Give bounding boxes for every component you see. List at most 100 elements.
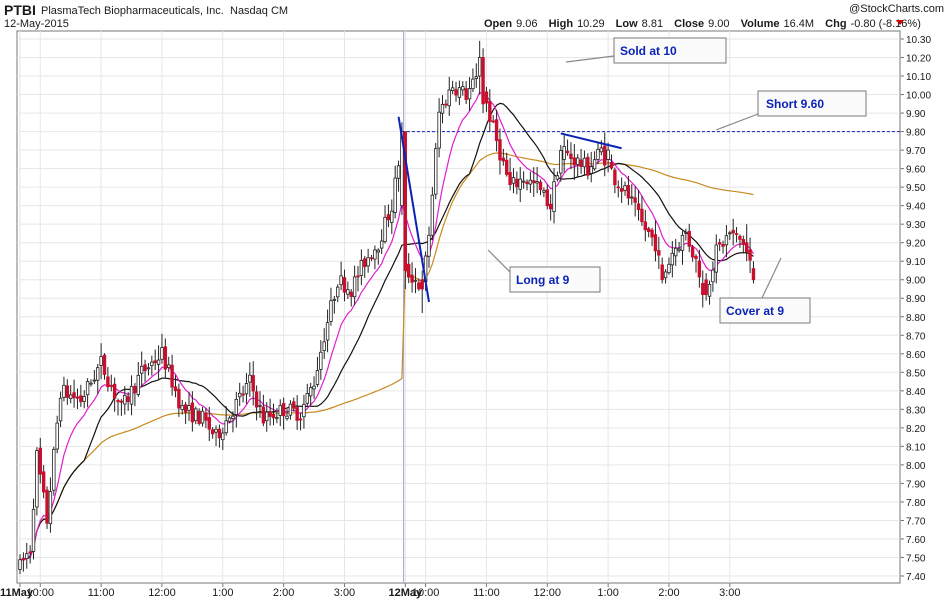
candle-body-up	[31, 508, 36, 552]
candle-body-down	[119, 400, 124, 403]
candle-body-down	[653, 234, 658, 252]
candle-body-up	[332, 298, 337, 301]
ohlc-readout: Open 9.06 High 10.29 Low 8.81 Close 9.00 Vol…	[484, 18, 921, 30]
candle-body-up	[474, 76, 478, 79]
y-tick-label: 7.70	[906, 516, 926, 527]
candle-body-up	[55, 422, 59, 450]
candle-body-down	[207, 417, 211, 430]
candle-body-down	[406, 263, 411, 278]
candle	[35, 447, 39, 516]
candle-body-up	[244, 383, 249, 395]
candle-body-down	[210, 429, 215, 435]
candle-body-up	[366, 257, 370, 267]
candle-body-down	[417, 282, 421, 290]
candle	[45, 486, 49, 529]
volume-label: Volume	[741, 18, 780, 30]
candle-body-up	[150, 361, 154, 367]
chg-label: Chg	[825, 18, 846, 30]
candle-body-down	[261, 406, 266, 424]
candle-body-up	[447, 89, 451, 107]
candle-body-up	[221, 432, 225, 441]
high-label: High	[549, 18, 574, 30]
candle-body-down	[515, 178, 519, 188]
candle-body-up	[258, 404, 262, 407]
candle-body-up	[552, 181, 556, 212]
candle-body-up	[542, 190, 546, 193]
candle-body-up	[58, 397, 63, 422]
y-tick-label: 8.40	[906, 387, 926, 398]
candle-body-down	[254, 391, 259, 408]
candle-body-down	[143, 364, 147, 371]
candle-body-down	[241, 393, 245, 396]
candle-body-down	[295, 407, 299, 421]
candle-body-down	[170, 364, 174, 388]
x-tick-label: 3:00	[719, 587, 740, 599]
candle-body-up	[684, 232, 688, 234]
candle-body-down	[603, 145, 607, 166]
candle-body-up	[85, 381, 90, 396]
candle-body-down	[565, 150, 570, 154]
x-tick-label: 11:00	[473, 587, 500, 599]
candle-body-up	[265, 411, 269, 422]
candle-body-up	[430, 194, 435, 236]
candle-body-up	[467, 88, 472, 100]
candle-body-up	[180, 405, 184, 411]
candle-body-up	[308, 387, 313, 397]
short-label: Short 9.60	[766, 97, 824, 111]
candle-body-up	[714, 244, 718, 273]
y-tick-label: 8.20	[906, 424, 926, 435]
candle-body-up	[373, 249, 377, 260]
candle-body-down	[410, 274, 414, 283]
candle-body-down	[420, 279, 424, 290]
candle-body-down	[748, 249, 752, 261]
candle-body-up	[437, 111, 441, 149]
candle-body-up	[336, 286, 340, 298]
candle-body-down	[292, 401, 296, 409]
low-value: 8.81	[642, 18, 663, 30]
candle-body-up	[139, 365, 144, 374]
y-tick-label: 8.50	[906, 368, 926, 379]
y-tick-label: 8.30	[906, 405, 926, 416]
candle-body-down	[741, 239, 746, 245]
candle-body-down	[116, 400, 120, 403]
candle-body-down	[281, 403, 286, 417]
y-tick-label: 10.30	[906, 35, 931, 46]
candle-body-up	[471, 78, 475, 90]
candle-body-down	[112, 383, 117, 399]
candle-body-down	[217, 428, 222, 439]
candle	[434, 142, 438, 200]
long-label: Long at 9	[516, 273, 570, 287]
candle-body-down	[369, 257, 374, 260]
volume-value: 16.4M	[784, 18, 815, 30]
candle-body-up	[413, 279, 418, 282]
candle-body-up	[275, 417, 279, 420]
candle-body-down	[532, 180, 536, 184]
candle-body-down	[633, 197, 637, 203]
candle-body-down	[717, 242, 722, 245]
candle-body-up	[69, 394, 73, 399]
candle-body-up	[592, 159, 597, 170]
exchange-name: Nasdaq CM	[230, 5, 288, 17]
candle-body-down	[102, 354, 107, 375]
candle-body-down	[481, 57, 485, 105]
candle	[197, 408, 201, 426]
candle-body-down	[687, 230, 691, 247]
candle-body-down	[45, 489, 49, 524]
candle-body-up	[214, 428, 218, 433]
candle-body-up	[234, 398, 239, 416]
candle-body-down	[75, 396, 80, 399]
candle-body-up	[461, 86, 465, 91]
candle-body-down	[609, 162, 614, 169]
y-tick-label: 7.90	[906, 479, 926, 490]
candle-body-up	[231, 415, 235, 419]
candle-body-down	[572, 157, 577, 166]
candle-body-up	[52, 448, 56, 491]
x-tick-label: 10:00	[412, 587, 440, 599]
y-tick-label: 8.10	[906, 442, 926, 453]
candle-body-up	[630, 196, 634, 199]
candle	[586, 153, 590, 180]
candle-body-up	[396, 165, 401, 179]
candle-body-up	[129, 385, 134, 405]
candle-body-up	[62, 384, 66, 398]
candle-body-up	[285, 415, 289, 419]
